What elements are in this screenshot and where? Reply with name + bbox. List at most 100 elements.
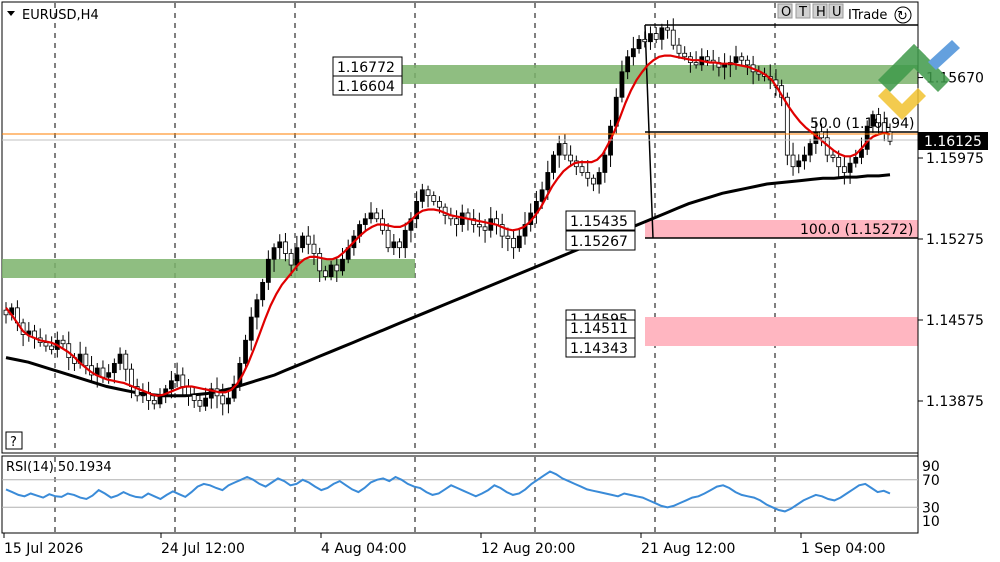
candle-body [881,122,887,133]
candle-body [129,368,134,387]
price-tick-label: 1.13875 [926,394,984,410]
candle-body [157,395,163,405]
symbol-title: EURUSD,H4 [22,8,99,23]
help-glyph: ? [10,435,17,450]
candle-body [260,281,266,301]
price-tick-label: 1.15275 [926,232,984,248]
candle-body [49,345,55,350]
candle-body [733,56,739,63]
candle-body [437,200,442,208]
rsi-panel [1,455,919,534]
svg-text:U: U [832,5,842,20]
candle-body [630,48,636,58]
toolbar-trade-label: ITrade [848,8,887,23]
candle-body [305,235,311,245]
candle-body [220,395,226,405]
candle-body [265,258,271,283]
price-tick-label: 1.15975 [926,151,984,167]
candle-body [385,229,391,249]
candle-body [277,241,283,249]
candle-body [619,71,625,98]
candle-body [602,154,608,173]
candle-body [191,394,197,401]
candle-body [505,235,511,239]
candle-body [117,353,123,364]
rsi-tick-label: 10 [922,514,940,530]
candle-body [317,253,323,272]
candle-body [328,264,334,278]
time-tick-label: 24 Jul 12:00 [161,541,245,557]
candle-body [425,189,431,197]
zone-label-upper-low: 1.16604 [337,79,395,95]
zone-label-lower-mid: 1.14511 [570,321,628,337]
candle-body [431,195,437,202]
fibo-50-label: 50.0 (1.16194) [810,116,914,132]
candle-body [288,253,294,266]
candle-body [841,166,847,173]
candle-body [106,372,112,378]
candle-body [362,218,368,225]
candle-body [197,400,203,407]
candle-body [340,258,345,272]
candle-body [174,374,180,382]
candle-body [476,224,482,228]
candle-body [870,114,876,127]
candle-body [60,339,66,345]
rsi-tick-label: 70 [922,473,940,489]
svg-text:O: O [781,5,791,20]
candle-body [739,56,745,61]
candle-body [391,241,397,249]
candle-body [539,189,545,202]
candle-body [226,397,231,405]
time-tick-label: 4 Aug 04:00 [321,541,407,557]
candle-body [397,241,402,249]
candle-body [551,154,556,173]
candle-body [596,172,602,185]
candle-body [676,44,682,54]
svg-text:T: T [798,5,807,20]
candle-body [311,243,317,254]
candle-body [402,229,408,249]
candle-body [585,172,591,179]
candle-body [579,166,585,173]
zone-label-upper-high: 1.16772 [337,60,395,76]
svg-text:↻: ↻ [897,9,908,24]
candle-body [802,154,807,162]
candle-body [43,342,49,347]
svg-text:H: H [816,5,826,20]
candle-body [516,235,522,249]
candle-body [722,64,728,68]
candle-body [682,52,688,58]
candle-body [864,125,870,150]
candle-body [123,353,129,370]
zone-label-lower-low: 1.14343 [570,341,628,357]
price-chart[interactable]: 50.0 (1.16194) 100.0 (1.15272) 1.16772 1.… [0,0,1000,562]
candle-body [562,143,568,156]
candle-body [374,212,380,220]
candle-body [636,38,642,50]
zone-label-mid-low: 1.15267 [570,234,628,250]
candle-body [625,56,631,73]
fibo-100-label: 100.0 (1.15272) [800,222,913,238]
candle-body [168,380,174,390]
candle-body [186,386,191,396]
candle-body [83,353,89,367]
candle-body [705,56,710,61]
candle-body [100,367,106,378]
candle-body [243,339,248,364]
candle-body [665,27,670,31]
candle-body [111,362,117,374]
candle-body [653,33,659,40]
candle-body [322,270,328,278]
candle-body [454,218,459,225]
time-axis: 15 Jul 2026 24 Jul 12:00 4 Aug 04:00 12 Aug… [3,533,886,557]
candle-body [545,172,551,191]
candle-body [180,374,186,387]
candle-body [568,154,574,162]
candle-body [836,157,842,168]
candle-body [693,62,699,66]
candle-body [248,316,254,341]
candle-body [511,238,516,249]
candle-body [853,157,859,164]
candle-body [334,264,340,272]
